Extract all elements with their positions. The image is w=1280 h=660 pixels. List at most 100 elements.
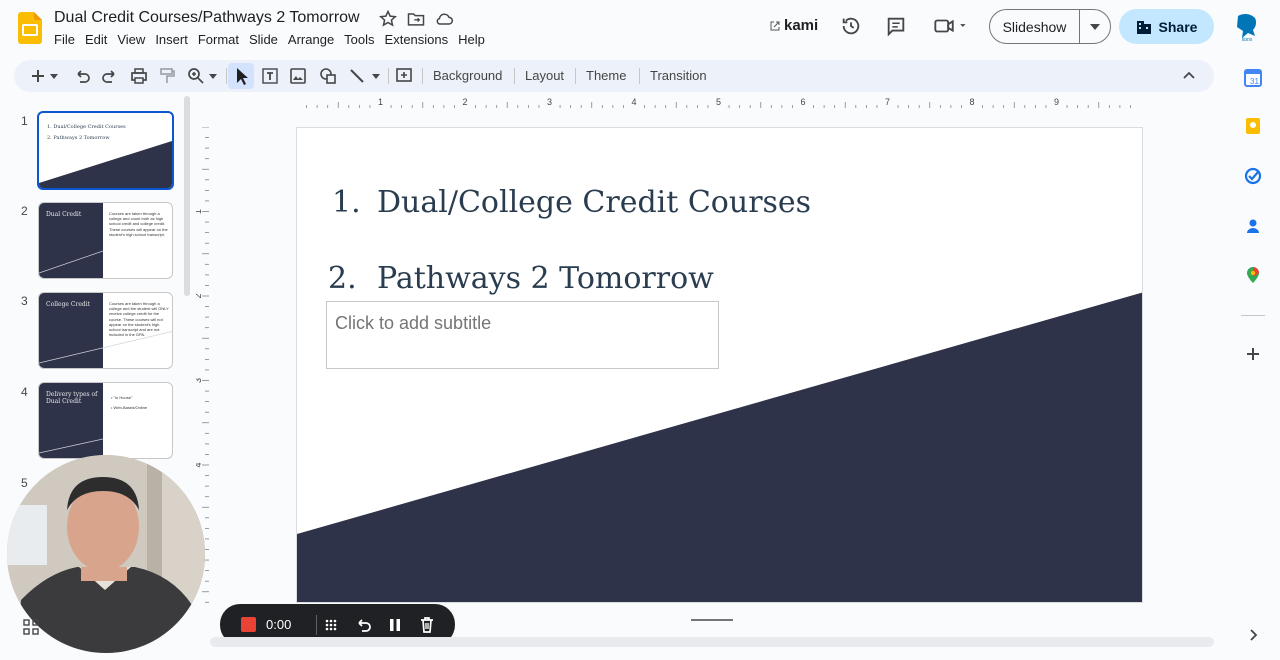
thumb-body: Courses are taken through a college and … bbox=[109, 211, 168, 237]
add-comment-icon[interactable] bbox=[394, 66, 414, 86]
transition-button[interactable]: Transition bbox=[650, 68, 707, 83]
ruler-label: 4 bbox=[631, 97, 636, 107]
kami-button[interactable]: kami bbox=[770, 17, 818, 34]
insert-image-icon[interactable] bbox=[288, 66, 308, 86]
subtitle-placeholder-box[interactable]: Click to add subtitle bbox=[326, 301, 719, 369]
version-history-icon[interactable] bbox=[840, 15, 862, 37]
pause-icon[interactable] bbox=[385, 615, 405, 635]
meet-call-icon[interactable] bbox=[932, 15, 968, 37]
slideshow-button-group: Slideshow bbox=[989, 9, 1111, 44]
slide-number: 2 bbox=[21, 204, 28, 218]
menu-tools[interactable]: Tools bbox=[344, 32, 379, 47]
slide-thumbnail-2[interactable]: Dual Credit Courses are taken through a … bbox=[38, 202, 173, 279]
tasks-icon[interactable] bbox=[1243, 166, 1263, 186]
menu-extensions[interactable]: Extensions bbox=[385, 32, 454, 47]
comments-icon[interactable] bbox=[885, 15, 907, 37]
ruler-label: 6 bbox=[800, 97, 805, 107]
layout-button[interactable]: Layout bbox=[525, 68, 564, 83]
thumb-bullet-1: • "In House" bbox=[111, 395, 133, 400]
slide-thumbnail-3[interactable]: College Credit Courses are taken through… bbox=[38, 292, 173, 369]
ruler-label: 7 bbox=[885, 97, 890, 107]
svg-text:lions: lions bbox=[1242, 37, 1253, 42]
contacts-icon[interactable] bbox=[1243, 216, 1263, 236]
drag-handle-icon[interactable] bbox=[321, 615, 341, 635]
share-button[interactable]: Share bbox=[1119, 9, 1214, 44]
background-button[interactable]: Background bbox=[433, 68, 502, 83]
toolbar: Background Layout Theme Transition bbox=[14, 60, 1214, 92]
ruler-label: 4 bbox=[196, 462, 203, 467]
theme-button[interactable]: Theme bbox=[586, 68, 626, 83]
cloud-status-icon[interactable] bbox=[434, 9, 454, 29]
account-logo-icon[interactable]: lions bbox=[1232, 12, 1260, 42]
menu-arrange[interactable]: Arrange bbox=[288, 32, 339, 47]
shape-icon[interactable] bbox=[318, 66, 338, 86]
slides-logo-icon[interactable] bbox=[18, 12, 42, 44]
zoom-dropdown-icon[interactable] bbox=[207, 66, 219, 86]
slide-list-item-1[interactable]: Dual/College Credit Courses bbox=[377, 185, 811, 220]
get-addons-icon[interactable] bbox=[1243, 344, 1263, 364]
redo-icon[interactable] bbox=[100, 66, 120, 86]
ruler-label: 5 bbox=[716, 97, 721, 107]
thumb-line-2: 2. Pathways 2 Tomorrow bbox=[47, 135, 110, 141]
menu-help[interactable]: Help bbox=[458, 32, 490, 47]
restart-icon[interactable] bbox=[353, 615, 373, 635]
stop-recording-button[interactable] bbox=[241, 617, 256, 632]
slide-number: 3 bbox=[21, 294, 28, 308]
slide-canvas[interactable]: 1. Dual/College Credit Courses 2. Pathwa… bbox=[296, 127, 1143, 603]
thumb-body: Courses are taken through a college and … bbox=[109, 301, 169, 338]
move-folder-icon[interactable] bbox=[406, 9, 426, 29]
horizontal-scrollbar[interactable] bbox=[210, 637, 1214, 647]
ruler-label: 3 bbox=[547, 97, 552, 107]
share-label: Share bbox=[1158, 18, 1198, 35]
print-icon[interactable] bbox=[129, 66, 149, 86]
ruler-label: 2 bbox=[462, 97, 467, 107]
text-box-icon[interactable] bbox=[260, 66, 280, 86]
menu-format[interactable]: Format bbox=[198, 32, 244, 47]
recorder-divider bbox=[316, 615, 317, 635]
ruler-label: 1 bbox=[196, 209, 203, 214]
menu-bar: File Edit View Insert Format Slide Arran… bbox=[54, 32, 495, 47]
speaker-notes-handle[interactable] bbox=[691, 619, 733, 621]
grid-view-icon[interactable] bbox=[23, 619, 39, 635]
zoom-icon[interactable] bbox=[186, 66, 206, 86]
slide-list-number-2: 2. bbox=[328, 261, 357, 296]
menu-edit[interactable]: Edit bbox=[85, 32, 112, 47]
keep-icon[interactable] bbox=[1243, 116, 1263, 136]
menu-slide[interactable]: Slide bbox=[249, 32, 283, 47]
menu-file[interactable]: File bbox=[54, 32, 80, 47]
delete-icon[interactable] bbox=[417, 615, 437, 635]
document-title[interactable]: Dual Credit Courses/Pathways 2 Tomorrow bbox=[54, 9, 360, 27]
share-domain-icon bbox=[1136, 20, 1151, 34]
select-tool-icon[interactable] bbox=[228, 63, 254, 89]
rail-divider bbox=[1241, 315, 1265, 316]
ruler-label: 3 bbox=[196, 378, 203, 383]
slide-thumbnail-1[interactable]: 1. Dual/College Credit Courses 2. Pathwa… bbox=[37, 111, 174, 190]
line-dropdown-icon[interactable] bbox=[370, 66, 382, 86]
calendar-icon[interactable]: 31 bbox=[1243, 68, 1263, 88]
ruler-label: 9 bbox=[1054, 97, 1059, 107]
new-slide-dropdown-icon[interactable] bbox=[48, 66, 60, 86]
new-slide-icon[interactable] bbox=[28, 66, 48, 86]
slide-thumbnail-4[interactable]: Delivery types of Dual Credit • "In Hous… bbox=[38, 382, 173, 459]
menu-insert[interactable]: Insert bbox=[155, 32, 193, 47]
slideshow-button[interactable]: Slideshow bbox=[990, 10, 1080, 43]
chevron-down-icon bbox=[1090, 23, 1100, 30]
paint-format-icon[interactable] bbox=[157, 66, 177, 86]
menu-view[interactable]: View bbox=[117, 32, 150, 47]
ruler-label: 1 bbox=[378, 97, 383, 107]
maps-icon[interactable] bbox=[1243, 265, 1263, 285]
undo-icon[interactable] bbox=[72, 66, 92, 86]
collapse-toolbar-icon[interactable] bbox=[1179, 66, 1199, 86]
slide-number: 4 bbox=[21, 385, 28, 399]
line-icon[interactable] bbox=[347, 66, 367, 86]
thumb-line-1: 1. Dual/College Credit Courses bbox=[47, 124, 126, 130]
horizontal-ruler[interactable]: 1 2 3 4 5 6 7 8 9 bbox=[296, 96, 1143, 110]
slide-list-item-2[interactable]: Pathways 2 Tomorrow bbox=[377, 261, 714, 296]
svg-text:31: 31 bbox=[1250, 77, 1259, 86]
expand-panel-icon[interactable] bbox=[1243, 625, 1263, 645]
star-icon[interactable] bbox=[378, 9, 398, 29]
ruler-label: 2 bbox=[196, 293, 203, 298]
filmstrip-scrollbar[interactable] bbox=[184, 96, 190, 296]
thumb-title: College Credit bbox=[46, 301, 91, 308]
slideshow-dropdown[interactable] bbox=[1080, 23, 1110, 30]
